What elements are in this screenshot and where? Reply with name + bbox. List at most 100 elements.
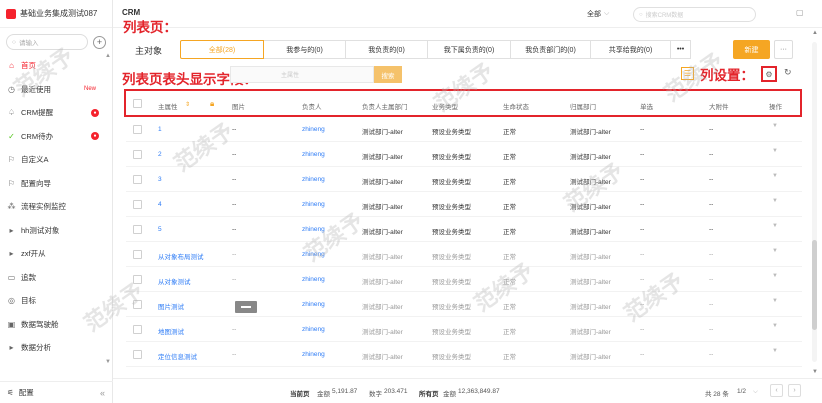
column-header-5[interactable]: 生命状态 — [503, 101, 529, 111]
sidebar-item-10[interactable]: ◎ 目标 — [0, 289, 112, 313]
cell-owner[interactable]: zhineng — [302, 151, 325, 158]
scroll-up-icon[interactable]: ▲ — [105, 53, 111, 59]
sidebar-config[interactable]: ⚟ 配置 « — [0, 381, 113, 403]
sidebar-item-11[interactable]: ▣ 数据驾驶舱 — [0, 313, 112, 337]
more-button[interactable]: ··· — [774, 40, 793, 59]
cell-owner[interactable]: zhineng — [302, 126, 325, 133]
sort-icon[interactable]: ⇕ — [185, 101, 190, 108]
cell-owner[interactable]: zhineng — [302, 251, 325, 258]
scroll-down-icon[interactable]: ▼ — [105, 359, 111, 365]
row-action-dropdown-icon[interactable]: ▼ — [772, 223, 778, 229]
scroll-down-icon[interactable]: ▼ — [812, 369, 818, 375]
refresh-icon[interactable]: ↻ — [784, 67, 792, 78]
cell-owner[interactable]: zhineng — [302, 326, 325, 333]
add-icon[interactable]: + — [93, 35, 106, 49]
column-header-0[interactable]: 主属性 — [158, 101, 178, 111]
cell-owner[interactable]: zhineng — [302, 276, 325, 283]
cell-name[interactable]: 1 — [158, 126, 162, 133]
sidebar-item-7[interactable]: ▸ hh测试对象 — [0, 219, 112, 243]
page-indicator[interactable]: 1/2 — [737, 388, 746, 395]
cell-owner[interactable]: zhineng — [302, 201, 325, 208]
column-header-6[interactable]: 归属部门 — [570, 101, 596, 111]
sidebar-item-1[interactable]: ◷ 最近使用 New — [0, 78, 112, 102]
sidebar-item-2[interactable]: ♤ CRM提醒 ● — [0, 101, 112, 125]
tab-1[interactable]: 我参与的(0) — [264, 40, 346, 59]
row-action-dropdown-icon[interactable]: ▼ — [772, 298, 778, 304]
row-checkbox[interactable] — [133, 200, 142, 209]
column-header-7[interactable]: 单选 — [640, 101, 653, 111]
tab-3[interactable]: 我下属负责的(0) — [428, 40, 511, 59]
column-header-4[interactable]: 业务类型 — [432, 101, 458, 111]
row-action-dropdown-icon[interactable]: ▼ — [772, 173, 778, 179]
column-header-3[interactable]: 负责人主属部门 — [362, 101, 408, 111]
scroll-thumb[interactable] — [812, 240, 817, 330]
window-icon[interactable]: ▢ — [796, 8, 806, 18]
scope-select[interactable]: 全部 ⌵ — [587, 7, 637, 21]
app-name[interactable]: 基础业务集成测试087 — [20, 8, 97, 19]
column-header-9[interactable]: 操作 — [769, 101, 782, 111]
row-checkbox[interactable] — [133, 275, 142, 284]
cell-name[interactable]: 地图测试 — [158, 326, 184, 336]
select-all-checkbox[interactable] — [133, 99, 142, 108]
row-action-dropdown-icon[interactable]: ▼ — [772, 198, 778, 204]
tab-4[interactable]: 我负责部门的(0) — [511, 40, 591, 59]
column-settings-gear-icon[interactable]: ⚙ — [761, 66, 777, 82]
cell-name[interactable]: 图片测试 — [158, 301, 184, 311]
cell-name[interactable]: 从对象布局测试 — [158, 251, 204, 261]
tab-0[interactable]: 全部(28) — [180, 40, 264, 59]
sidebar-item-0[interactable]: ⌂ 首页 — [0, 54, 112, 78]
sidebar-item-6[interactable]: ⁂ 流程实例监控 — [0, 195, 112, 219]
sidebar-item-9[interactable]: ▭ 追款 — [0, 266, 112, 290]
tab-5[interactable]: 共享给我的(0) — [591, 40, 671, 59]
cell-owner[interactable]: zhineng — [302, 351, 325, 358]
row-checkbox[interactable] — [133, 150, 142, 159]
cell-name[interactable]: 2 — [158, 151, 162, 158]
main-scrollbar[interactable]: ▲ ▼ — [810, 30, 819, 375]
list-view-icon[interactable]: ☰ — [681, 67, 694, 80]
cell-name[interactable]: 3 — [158, 176, 162, 183]
row-checkbox[interactable] — [133, 325, 142, 334]
sidebar-search-input[interactable]: ○ 请输入 — [6, 34, 88, 50]
row-checkbox[interactable] — [133, 125, 142, 134]
row-checkbox[interactable] — [133, 175, 142, 184]
cell-name[interactable]: 从对象测试 — [158, 276, 191, 286]
tab-2[interactable]: 我负责的(0) — [346, 40, 428, 59]
cell-name[interactable]: 4 — [158, 201, 162, 208]
tab-more-button[interactable]: ••• — [671, 40, 691, 59]
column-header-8[interactable]: 大附件 — [709, 101, 729, 111]
row-action-dropdown-icon[interactable]: ▼ — [772, 123, 778, 129]
cell-owner[interactable]: zhineng — [302, 226, 325, 233]
row-action-dropdown-icon[interactable]: ▼ — [772, 323, 778, 329]
scroll-up-icon[interactable]: ▲ — [812, 30, 818, 36]
row-checkbox[interactable] — [133, 250, 142, 259]
row-action-dropdown-icon[interactable]: ▼ — [772, 148, 778, 154]
column-header-2[interactable]: 负责人 — [302, 101, 322, 111]
cell-name[interactable]: 定位信息测试 — [158, 351, 197, 361]
sidebar-item-5[interactable]: ⚐ 配置向导 — [0, 172, 112, 196]
global-search-input[interactable]: ○ 搜索CRM数据 — [633, 7, 756, 22]
cell-owner[interactable]: zhineng — [302, 176, 325, 183]
row-action-dropdown-icon[interactable]: ▼ — [772, 248, 778, 254]
sidebar-item-3[interactable]: ✓ CRM待办 ● — [0, 125, 112, 149]
row-checkbox[interactable] — [133, 225, 142, 234]
chevron-down-icon[interactable]: ⌵ — [753, 388, 758, 396]
new-button[interactable]: 新建 — [733, 40, 770, 59]
filter-input[interactable]: 主属性 — [230, 66, 374, 83]
sidebar-scrollbar[interactable]: ▲ ▼ — [105, 53, 111, 365]
row-checkbox[interactable] — [133, 300, 142, 309]
next-page-button[interactable]: › — [788, 384, 801, 397]
filter-search-button[interactable]: 搜索 — [374, 66, 402, 83]
sidebar-item-8[interactable]: ▸ zxf开从 — [0, 242, 112, 266]
sidebar-item-12[interactable]: ▸ 数据分析 — [0, 336, 112, 360]
cell-name[interactable]: 5 — [158, 226, 162, 233]
row-action-dropdown-icon[interactable]: ▼ — [772, 273, 778, 279]
lock-icon[interactable]: 🔒︎ — [210, 99, 214, 109]
row-action-dropdown-icon[interactable]: ▼ — [772, 348, 778, 354]
collapse-icon[interactable]: « — [100, 388, 105, 398]
row-checkbox[interactable] — [133, 350, 142, 359]
image-thumbnail[interactable] — [235, 301, 257, 313]
prev-page-button[interactable]: ‹ — [770, 384, 783, 397]
column-header-1[interactable]: 图片 — [232, 101, 245, 111]
sidebar-item-4[interactable]: ⚐ 自定义A — [0, 148, 112, 172]
cell-owner[interactable]: zhineng — [302, 301, 325, 308]
